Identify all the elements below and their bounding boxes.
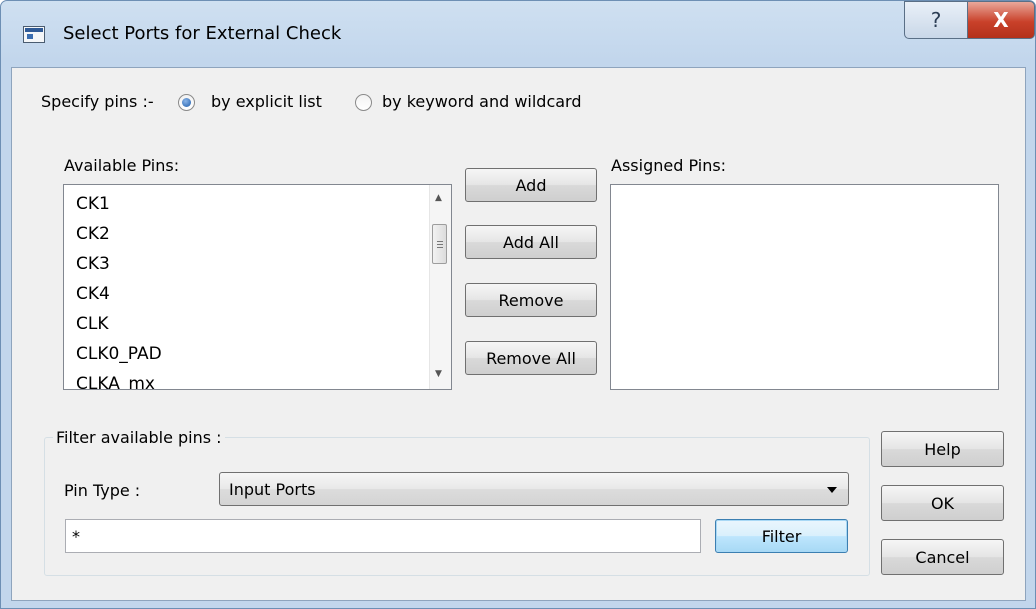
grip-line — [437, 247, 443, 248]
available-pins-label: Available Pins: — [64, 156, 180, 175]
assigned-pins-list[interactable] — [610, 184, 999, 390]
radio-selected-dot — [182, 98, 191, 107]
available-pins-scrollbar[interactable]: ▲ ▼ — [429, 185, 451, 389]
assigned-pins-label: Assigned Pins: — [611, 156, 727, 175]
pin-type-value: Input Ports — [229, 480, 316, 499]
filter-button[interactable]: Filter — [715, 519, 848, 553]
list-item[interactable]: CK4 — [76, 284, 110, 304]
scroll-up-arrow-icon[interactable]: ▲ — [435, 193, 442, 203]
list-item[interactable]: CK2 — [76, 224, 110, 244]
chevron-down-icon — [827, 487, 837, 493]
close-button[interactable]: X — [967, 1, 1035, 39]
pin-type-label: Pin Type : — [64, 481, 141, 500]
radio-explicit-list-label[interactable]: by explicit list — [211, 92, 322, 111]
filter-pattern-field[interactable] — [72, 527, 672, 546]
add-all-button[interactable]: Add All — [465, 225, 597, 259]
grip-line — [437, 244, 443, 245]
filter-group-title: Filter available pins : — [53, 428, 225, 447]
cancel-button[interactable]: Cancel — [881, 539, 1004, 575]
available-pins-list[interactable]: CK1 CK2 CK3 CK4 CLK CLK0_PAD CLKA_mx ▲ ▼ — [63, 184, 452, 390]
grip-line — [437, 241, 443, 242]
window-title: Select Ports for External Check — [63, 23, 342, 44]
filter-pattern-input[interactable] — [65, 519, 701, 553]
radio-keyword-wildcard-label[interactable]: by keyword and wildcard — [382, 92, 582, 111]
specify-pins-label: Specify pins :- — [41, 92, 154, 111]
radio-keyword-wildcard[interactable] — [355, 94, 372, 111]
dialog-window: Select Ports for External Check ? X Spec… — [0, 0, 1036, 609]
title-bar[interactable]: Select Ports for External Check ? X — [1, 1, 1035, 67]
scroll-down-arrow-icon[interactable]: ▼ — [435, 369, 442, 379]
help-question-button[interactable]: ? — [904, 1, 968, 39]
list-item[interactable]: CLK — [76, 314, 109, 334]
ok-button[interactable]: OK — [881, 485, 1004, 521]
help-button[interactable]: Help — [881, 431, 1004, 467]
add-button[interactable]: Add — [465, 168, 597, 202]
dialog-client: Specify pins :- by explicit list by keyw… — [11, 67, 1026, 601]
question-icon: ? — [930, 8, 942, 32]
list-item[interactable]: CK1 — [76, 194, 110, 214]
radio-explicit-list[interactable] — [178, 94, 195, 111]
list-item[interactable]: CK3 — [76, 254, 110, 274]
close-icon: X — [993, 8, 1009, 32]
pin-type-dropdown[interactable]: Input Ports — [219, 472, 849, 506]
list-item[interactable]: CLKA_mx — [76, 374, 155, 389]
scroll-thumb[interactable] — [432, 224, 447, 264]
remove-button[interactable]: Remove — [465, 283, 597, 317]
filter-groupbox — [44, 437, 870, 576]
list-item[interactable]: CLK0_PAD — [76, 344, 162, 364]
remove-all-button[interactable]: Remove All — [465, 341, 597, 375]
app-icon — [23, 26, 45, 43]
